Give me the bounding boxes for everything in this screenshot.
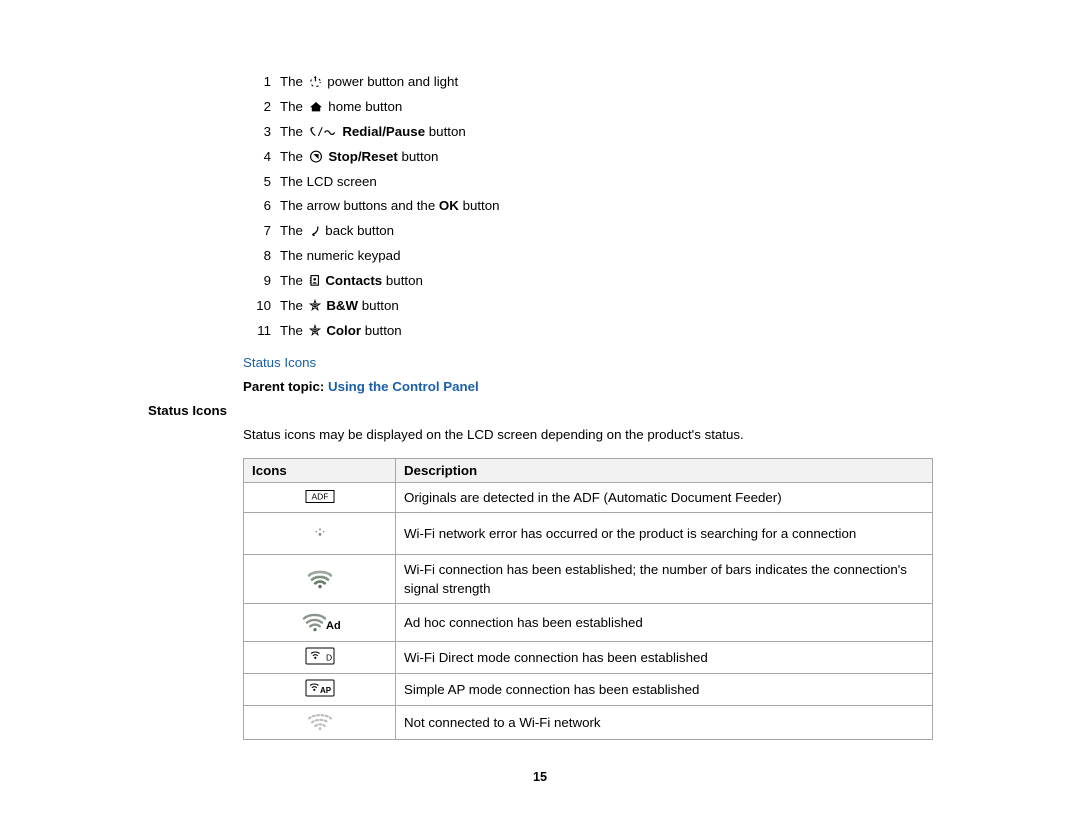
simple-ap-icon: AP: [305, 679, 335, 700]
adf-icon: ADF: [305, 489, 335, 507]
icon-cell: [243, 512, 396, 555]
table-row: ADF Originals are detected in the ADF (A…: [243, 482, 933, 513]
legend-number: 5: [263, 173, 271, 189]
wifi-direct-icon: D: [305, 647, 335, 668]
table-row: D Wi-Fi Direct mode connection has been …: [243, 641, 933, 674]
description-cell: Wi-Fi network error has occurred or the …: [395, 512, 933, 555]
list-item: 5 The LCD screen: [243, 170, 943, 195]
description-cell: Ad hoc connection has been established: [395, 603, 933, 642]
svg-text:AP: AP: [319, 686, 331, 695]
page-number: 15: [532, 770, 547, 784]
legend-label: The back button: [280, 223, 395, 239]
list-item: 9 The Contacts button: [243, 269, 943, 294]
icon-cell: [243, 554, 396, 604]
table-header-icons: Icons: [243, 458, 396, 483]
power-icon: [309, 75, 322, 88]
icon-cell: Ad: [243, 603, 396, 642]
legend-number: 11: [257, 322, 271, 338]
svg-text:ADF: ADF: [311, 491, 328, 501]
legend-label: The Stop/Reset button: [280, 148, 439, 164]
legend-label: The arrow buttons and the OK button: [280, 198, 500, 214]
wifi-adhoc-icon: Ad: [300, 613, 340, 636]
redial-pause-icon: [309, 125, 337, 138]
list-item: 11 The Color button: [243, 319, 943, 344]
icon-cell: ADF: [243, 482, 396, 513]
table-header-description: Description: [395, 458, 933, 483]
back-icon: [309, 224, 320, 237]
table-row: Not connected to a Wi-Fi network: [243, 705, 933, 740]
icon-cell: AP: [243, 673, 396, 706]
table-row: AP Simple AP mode connection has been es…: [243, 673, 933, 706]
legend-number: 9: [263, 273, 271, 289]
table-row: Wi-Fi network error has occurred or the …: [243, 512, 933, 555]
legend-number: 7: [263, 223, 271, 239]
description-cell: Originals are detected in the ADF (Autom…: [395, 482, 933, 513]
wifi-off-icon: [303, 714, 337, 734]
parent-topic: Parent topic: Using the Control Panel: [243, 379, 479, 394]
legend-label: The Redial/Pause button: [280, 123, 466, 139]
link-status-icons-label[interactable]: Status Icons: [243, 355, 316, 370]
description-cell: Not connected to a Wi-Fi network: [395, 705, 933, 740]
bw-start-icon: [308, 299, 321, 312]
control-panel-legend-list: 1 The power button and light 2 The home …: [243, 70, 943, 344]
legend-label: The Contacts button: [280, 273, 423, 289]
svg-text:Ad: Ad: [326, 620, 340, 632]
legend-number: 4: [263, 148, 271, 164]
list-item: 1 The power button and light: [243, 70, 943, 95]
legend-label: The numeric keypad: [280, 248, 401, 264]
document-page: 1 The power button and light 2 The home …: [0, 0, 1080, 834]
wifi-error-icon: [305, 528, 335, 546]
list-item: 7 The back button: [243, 219, 943, 244]
description-cell: Simple AP mode connection has been estab…: [395, 673, 933, 706]
home-icon: [309, 100, 323, 113]
icon-cell: [243, 705, 396, 740]
list-item: 8 The numeric keypad: [243, 244, 943, 269]
legend-label: The LCD screen: [280, 173, 377, 189]
table-row: Wi-Fi connection has been established; t…: [243, 554, 933, 604]
legend-number: 2: [263, 98, 271, 114]
link-status-icons[interactable]: Status Icons: [243, 355, 316, 370]
list-item: 3 The Redial/Pause button: [243, 120, 943, 145]
stop-reset-icon: [309, 150, 323, 163]
parent-topic-link[interactable]: Using the Control Panel: [328, 379, 479, 394]
table-header-row: Icons Description: [243, 458, 933, 483]
table-row: Ad Ad hoc connection has been establishe…: [243, 603, 933, 642]
contacts-icon: [309, 274, 320, 287]
legend-label: The power button and light: [280, 74, 459, 89]
svg-text:D: D: [326, 653, 332, 663]
legend-number: 10: [256, 298, 271, 314]
description-cell: Wi-Fi Direct mode connection has been es…: [395, 641, 933, 674]
legend-number: 3: [263, 123, 271, 139]
list-item: 10 The B&W button: [243, 294, 943, 319]
wifi-connected-icon: [303, 570, 337, 593]
icon-cell: D: [243, 641, 396, 674]
status-icons-table: Icons Description ADF Originals are dete…: [243, 458, 933, 740]
section-heading: Status Icons: [148, 403, 228, 418]
parent-topic-label: Parent topic:: [243, 379, 325, 394]
description-cell: Wi-Fi connection has been established; t…: [395, 554, 933, 604]
list-item: 4 The Stop/Reset button: [243, 145, 943, 170]
color-start-icon: [308, 323, 321, 337]
section-intro-text: Status icons may be displayed on the LCD…: [243, 427, 744, 442]
legend-number: 8: [263, 248, 271, 264]
legend-label: The home button: [280, 98, 403, 114]
legend-label: The Color button: [280, 322, 402, 338]
legend-number: 6: [263, 198, 271, 214]
list-item: 2 The home button: [243, 95, 943, 120]
legend-number: 1: [263, 74, 271, 89]
legend-label: The B&W button: [280, 298, 399, 314]
list-item: 6 The arrow buttons and the OK button: [243, 194, 943, 219]
